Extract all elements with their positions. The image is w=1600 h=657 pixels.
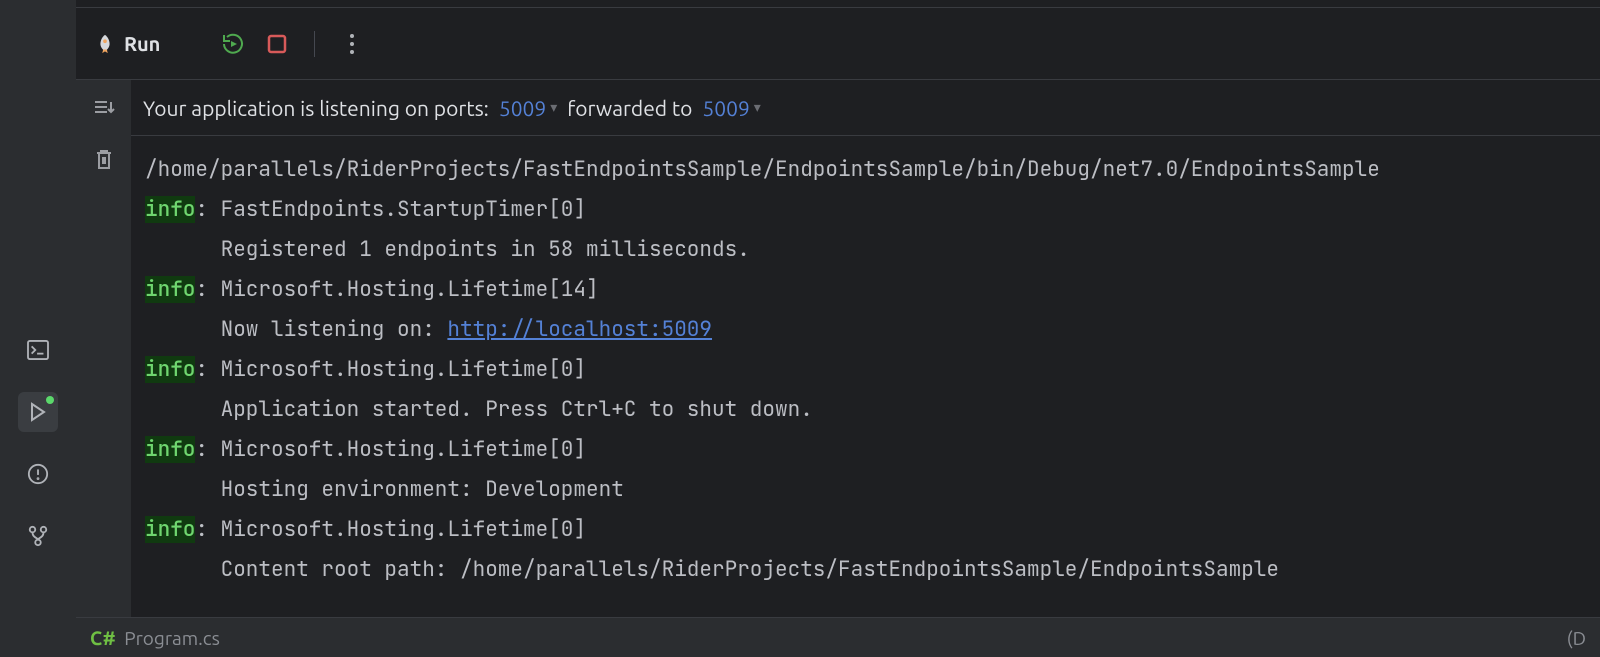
left-tool-rail [0,0,76,657]
console-line: info: Microsoft.Hosting.Lifetime[0] [145,430,1586,470]
stop-button[interactable] [262,29,292,59]
console-line: info: FastEndpoints.StartupTimer[0] [145,190,1586,230]
console-line: info: Microsoft.Hosting.Lifetime[0] [145,510,1586,550]
run-tab-label[interactable]: Run [94,32,160,55]
rerun-button[interactable] [218,29,248,59]
problems-tool-button[interactable] [18,454,58,494]
run-active-badge-icon [46,396,54,404]
console-line: info: Microsoft.Hosting.Lifetime[14] [145,270,1586,310]
console-gutter [76,80,131,617]
console-line: Hosting environment: Development [145,470,1586,510]
log-level-tag: info [145,436,195,463]
ports-info-bar: Your application is listening on ports: … [131,80,1600,136]
console-line: Application started. Press Ctrl+C to shu… [145,390,1586,430]
toolbar-divider [314,31,315,57]
terminal-tool-button[interactable] [18,330,58,370]
status-right-text: (D [1567,627,1586,649]
console-line: /home/parallels/RiderProjects/FastEndpoi… [145,150,1586,190]
console-output[interactable]: /home/parallels/RiderProjects/FastEndpoi… [131,136,1600,617]
ports-prefix: Your application is listening on ports: [143,96,489,120]
console-line: info: Microsoft.Hosting.Lifetime[0] [145,350,1586,390]
ports-mid: forwarded to [567,96,692,120]
status-bar: C# Program.cs (D [76,617,1600,657]
forwarded-port-dropdown[interactable]: 5009 ▾ [702,96,760,120]
clear-all-button[interactable] [91,146,117,172]
top-edge [76,0,1600,8]
console-line: Content root path: /home/parallels/Rider… [145,550,1586,590]
chevron-down-icon: ▾ [754,99,761,116]
log-level-tag: info [145,196,195,223]
scroll-to-end-button[interactable] [91,94,117,120]
open-file-name[interactable]: Program.cs [124,627,220,649]
log-level-tag: info [145,516,195,543]
console-line: Now listening on: http://localhost:5009 [145,310,1586,350]
more-menu-button[interactable] [337,29,367,59]
listen-url-link[interactable]: http://localhost:5009 [447,316,712,343]
log-level-tag: info [145,356,195,383]
chevron-down-icon: ▾ [550,99,557,116]
log-level-tag: info [145,276,195,303]
listening-port-dropdown[interactable]: 5009 ▾ [499,96,557,120]
run-toolbar: Run [76,8,1600,80]
vcs-tool-button[interactable] [18,516,58,556]
console-line: Registered 1 endpoints in 58 millisecond… [145,230,1586,270]
run-tool-button[interactable] [18,392,58,432]
language-badge: C# [90,627,116,649]
rocket-icon [94,33,116,55]
run-label-text: Run [124,32,160,55]
